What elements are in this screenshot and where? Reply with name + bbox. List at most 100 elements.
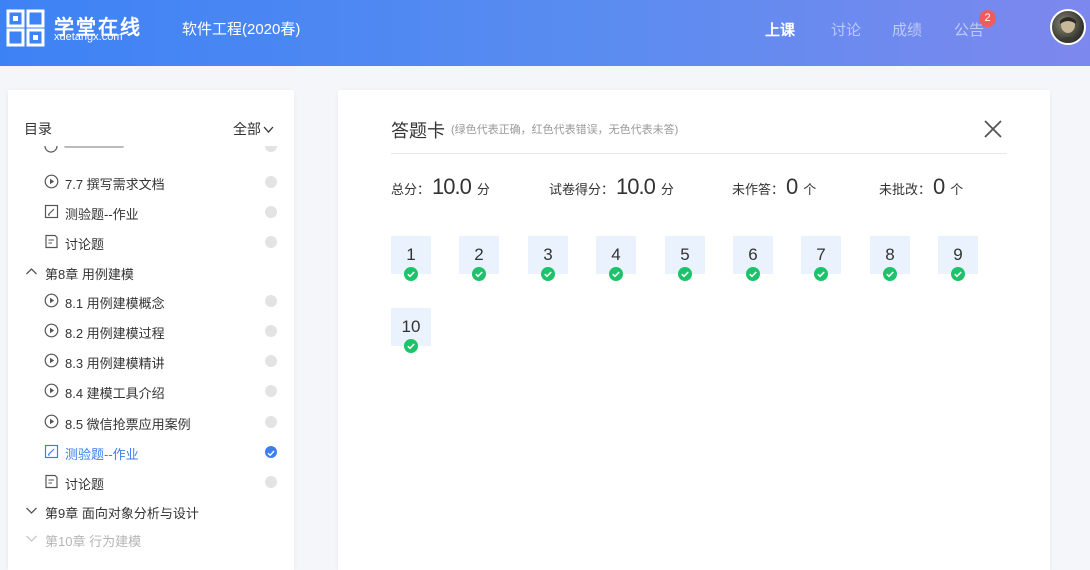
question-6-button[interactable]: 6 bbox=[733, 236, 773, 281]
outline-chapter-label: 第9章 面向对象分析与设计 bbox=[45, 506, 199, 521]
play-circle-icon bbox=[44, 414, 59, 429]
nav-discussion[interactable]: 讨论 bbox=[831, 19, 861, 40]
outline-item-quiz-8[interactable]: 测验题--作业 bbox=[8, 437, 294, 467]
stat-value: 0 bbox=[786, 174, 798, 199]
correct-check-icon bbox=[541, 267, 555, 281]
answer-card-hint: (绿色代表正确，红色代表错误，无色代表未答) bbox=[451, 124, 679, 136]
course-title: 软件工程(2020春) bbox=[182, 21, 301, 38]
stat-value: 10.0 bbox=[432, 174, 472, 199]
outline-filter-label: 全部 bbox=[233, 121, 261, 137]
stat-unit: 分 bbox=[660, 182, 674, 197]
outline-item-label: 测验题--作业 bbox=[65, 447, 139, 462]
stat-unit: 个 bbox=[803, 182, 817, 197]
chevron-up-icon bbox=[26, 268, 37, 275]
total-score-stat: 总分：10.0 分 bbox=[391, 174, 490, 200]
progress-dot bbox=[265, 476, 277, 488]
progress-dot bbox=[265, 295, 277, 307]
outline-chapter-label: 第10章 行为建模 bbox=[45, 534, 142, 549]
quiz-icon bbox=[44, 204, 59, 219]
question-10-button[interactable]: 10 bbox=[391, 308, 431, 353]
ungraded-stat: 未批改：0 个 bbox=[879, 174, 963, 200]
user-avatar[interactable] bbox=[1050, 9, 1086, 45]
outline-item-label: 7.7 撰写需求文档 bbox=[65, 177, 165, 192]
question-5-button[interactable]: 5 bbox=[665, 236, 705, 281]
top-header: 学堂在线 xuetangx.com 软件工程(2020春) 上课 讨论 成绩 公… bbox=[0, 0, 1090, 66]
outline-item-label: 8.4 建模工具介绍 bbox=[65, 386, 165, 401]
progress-dot bbox=[265, 325, 277, 337]
stat-label: 未作答： bbox=[732, 182, 785, 197]
nav-class[interactable]: 上课 bbox=[765, 19, 795, 40]
outline-chapter-10[interactable]: 第10章 行为建模 bbox=[8, 524, 294, 554]
question-9-button[interactable]: 9 bbox=[938, 236, 978, 281]
announcement-count-badge: 2 bbox=[979, 10, 996, 27]
outline-item-discussion-8[interactable]: 讨论题 bbox=[8, 467, 294, 497]
stat-unit: 分 bbox=[476, 182, 490, 197]
chevron-down-icon bbox=[26, 535, 37, 542]
correct-check-icon bbox=[404, 267, 418, 281]
play-circle-icon bbox=[44, 383, 59, 398]
nav-grades[interactable]: 成绩 bbox=[892, 19, 922, 40]
outline-item-8-4[interactable]: 8.4 建模工具介绍 bbox=[8, 376, 294, 406]
progress-dot bbox=[265, 355, 277, 367]
question-7-button[interactable]: 7 bbox=[801, 236, 841, 281]
question-2-button[interactable]: 2 bbox=[459, 236, 499, 281]
outline-chapter-label: 第8章 用例建模 bbox=[45, 267, 134, 282]
correct-check-icon bbox=[951, 267, 965, 281]
outline-item-8-2[interactable]: 8.2 用例建模过程 bbox=[8, 316, 294, 346]
outline-item-label: 8.3 用例建模精讲 bbox=[65, 356, 165, 371]
outline-filter-dropdown[interactable]: 全部 bbox=[233, 119, 274, 139]
progress-dot bbox=[265, 385, 277, 397]
outline-item-8-3[interactable]: 8.3 用例建模精讲 bbox=[8, 346, 294, 376]
outline-item-label: 8.1 用例建模概念 bbox=[65, 296, 165, 311]
question-1-button[interactable]: 1 bbox=[391, 236, 431, 281]
outline-item-label: 测验题--作业 bbox=[65, 207, 139, 222]
outline-item-label: 8.2 用例建模过程 bbox=[65, 326, 165, 341]
course-outline-sidebar: 目录 全部 7.7 撰写需求文档 测验题--作业 讨论题 第8章 用例建模 8.… bbox=[8, 90, 294, 570]
question-3-button[interactable]: 3 bbox=[528, 236, 568, 281]
outline-item-8-1[interactable]: 8.1 用例建模概念 bbox=[8, 286, 294, 316]
stat-value: 10.0 bbox=[616, 174, 656, 199]
unanswered-stat: 未作答：0 个 bbox=[732, 174, 816, 200]
chevron-down-icon bbox=[263, 126, 274, 134]
correct-check-icon bbox=[404, 339, 418, 353]
xuetangx-logo-icon[interactable] bbox=[6, 9, 48, 47]
avatar-image-icon bbox=[1058, 17, 1078, 43]
play-circle-icon bbox=[44, 323, 59, 338]
stat-value: 0 bbox=[933, 174, 945, 199]
outline-chapter-8[interactable]: 第8章 用例建模 bbox=[8, 257, 294, 287]
brand-url: xuetangx.com bbox=[54, 31, 123, 43]
check-icon bbox=[267, 450, 275, 457]
question-8-button[interactable]: 8 bbox=[870, 236, 910, 281]
answer-card-panel: 答题卡 (绿色代表正确，红色代表错误，无色代表未答) 总分：10.0 分 试卷得分… bbox=[338, 90, 1050, 570]
play-circle-icon bbox=[44, 293, 59, 308]
outline-item-label: 讨论题 bbox=[65, 477, 105, 492]
quiz-icon bbox=[44, 444, 59, 459]
stat-unit: 个 bbox=[950, 182, 964, 197]
close-icon[interactable] bbox=[982, 118, 1004, 140]
chevron-down-icon bbox=[26, 507, 37, 514]
correct-check-icon bbox=[746, 267, 760, 281]
outline-item-8-5[interactable]: 8.5 微信抢票应用案例 bbox=[8, 407, 294, 437]
discussion-icon bbox=[45, 234, 58, 249]
outline-item-quiz-7[interactable]: 测验题--作业 bbox=[8, 197, 294, 227]
outline-chapter-9[interactable]: 第9章 面向对象分析与设计 bbox=[8, 496, 294, 526]
outline-item-discussion-7[interactable]: 讨论题 bbox=[8, 227, 294, 257]
stat-label: 总分： bbox=[391, 182, 431, 197]
play-circle-icon bbox=[44, 146, 58, 153]
stat-label: 试卷得分： bbox=[549, 182, 615, 197]
question-4-button[interactable]: 4 bbox=[596, 236, 636, 281]
completed-dot bbox=[265, 446, 277, 458]
stat-label: 未批改： bbox=[879, 182, 932, 197]
outline-item-label: 8.5 微信抢票应用案例 bbox=[65, 417, 191, 432]
outline-item-7-7[interactable]: 7.7 撰写需求文档 bbox=[8, 167, 294, 197]
progress-dot bbox=[265, 236, 277, 248]
correct-check-icon bbox=[678, 267, 692, 281]
correct-check-icon bbox=[609, 267, 623, 281]
correct-check-icon bbox=[472, 267, 486, 281]
outline-item-label: 讨论题 bbox=[65, 237, 105, 252]
scrolled-item-remnant bbox=[44, 146, 294, 158]
play-circle-icon bbox=[44, 353, 59, 368]
outline-title: 目录 bbox=[24, 121, 52, 137]
answer-card-title: 答题卡 bbox=[391, 121, 445, 141]
correct-check-icon bbox=[883, 267, 897, 281]
